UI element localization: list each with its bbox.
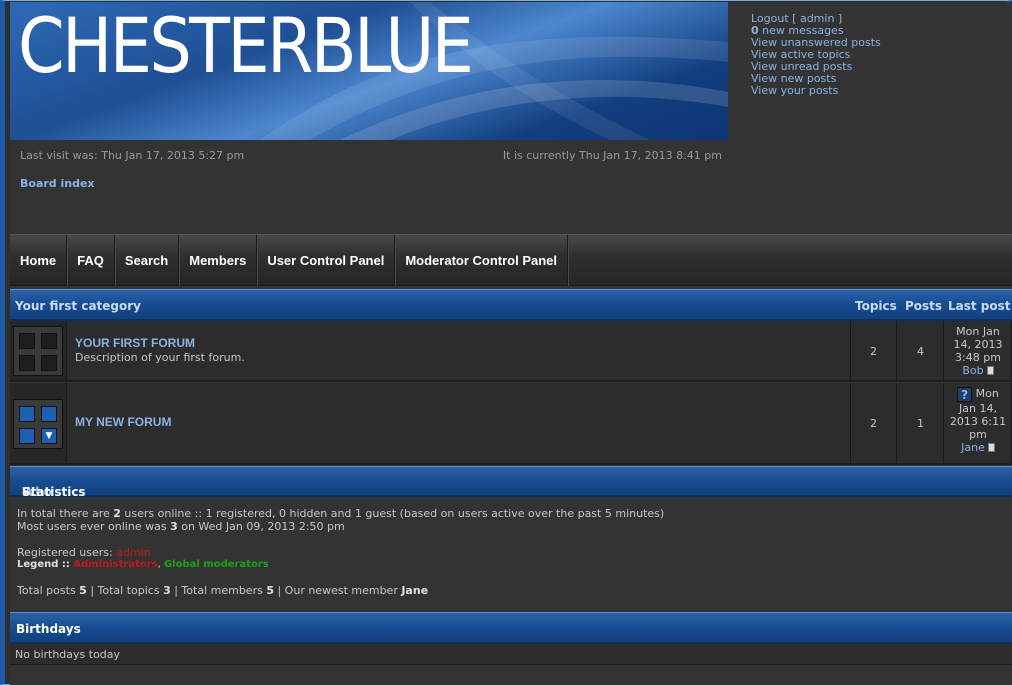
category-title[interactable]: Your first category: [15, 299, 141, 313]
col-topics: Topics: [855, 299, 897, 313]
main-navbar: Home FAQ Search Members User Control Pan…: [10, 234, 1012, 286]
nav-home[interactable]: Home: [10, 235, 68, 286]
forum-row: ▼ MY NEW FORUM 2 1 ? Mon Jan 14, 2013 6:…: [10, 383, 1012, 465]
forum-title-link[interactable]: MY NEW FORUM: [75, 415, 171, 429]
birthdays-title: Birthdays: [16, 622, 81, 636]
last-post-date-1: Mon: [975, 387, 999, 400]
registered-users-line: Registered users: admin: [17, 546, 151, 559]
online-record-line: Most users ever online was 3 on Wed Jan …: [17, 520, 345, 533]
last-post-date-3: 3:48 pm: [955, 351, 1001, 364]
nav-search[interactable]: Search: [115, 235, 180, 286]
last-post-user-link[interactable]: Jane: [961, 441, 985, 454]
forum-info-cell: MY NEW FORUM: [67, 383, 851, 463]
col-last-post: Last post: [948, 299, 1011, 313]
forum-topics-count: 2: [851, 383, 897, 463]
forum-unread-icon: ▼: [13, 399, 63, 449]
birthdays-header: Birthdays: [10, 612, 1012, 644]
forum-icon-cell: [10, 321, 67, 380]
forum-description: Description of your first forum.: [75, 351, 245, 364]
legend-line: Legend :: Administrators, Global moderat…: [17, 559, 269, 570]
last-post-date-2: Jan 14,: [959, 402, 997, 415]
unknown-topic-icon: ?: [957, 387, 973, 402]
category-header: Your first category Topics Posts Last po…: [10, 289, 1012, 321]
view-latest-post-icon[interactable]: [986, 366, 994, 375]
forum-title-link[interactable]: YOUR FIRST FORUM: [75, 336, 195, 350]
last-post-date-4: pm: [969, 428, 987, 441]
forum-row: YOUR FIRST FORUM Description of your fir…: [10, 321, 1012, 382]
current-time-text: It is currently Thu Jan 17, 2013 8:41 pm: [502, 149, 722, 162]
forum-read-icon: [13, 326, 63, 376]
last-post-date-1: Mon Jan: [956, 325, 1000, 338]
visit-info: Last visit was: Thu Jan 17, 2013 5:27 pm…: [20, 149, 722, 162]
page-content: CHESTERBLUE Logout [ admin ] 0 new messa…: [10, 2, 1012, 685]
who-is-online-header: Who is online - Statistics: [10, 466, 1012, 527]
legend-global-moderators-link[interactable]: Global moderators: [164, 559, 269, 570]
who-is-online-panel: In total there are 2 users online :: 1 r…: [10, 497, 1012, 610]
birthdays-panel: No birthdays today: [10, 644, 1012, 665]
view-latest-post-icon[interactable]: [987, 443, 995, 452]
forum-posts-count: 4: [898, 321, 944, 380]
user-links: Logout [ admin ] 0 new messages View una…: [751, 13, 881, 97]
forum-posts-count: 1: [898, 383, 944, 463]
legend-administrators-link[interactable]: Administrators: [73, 559, 157, 570]
forum-icon-cell: ▼: [10, 383, 67, 463]
birthdays-text: No birthdays today: [15, 648, 121, 661]
last-post-date-2: 14, 2013: [953, 338, 1003, 351]
forum-info-cell: YOUR FIRST FORUM Description of your fir…: [67, 321, 851, 380]
forum-last-post: Mon Jan 14, 2013 3:48 pm Bob: [945, 321, 1012, 380]
forum-topics-count: 2: [851, 321, 897, 380]
site-title: CHESTERBLUE: [18, 2, 474, 90]
nav-members[interactable]: Members: [179, 235, 258, 286]
last-visit-text: Last visit was: Thu Jan 17, 2013 5:27 pm: [20, 149, 245, 162]
view-your-posts-link[interactable]: View your posts: [751, 85, 881, 97]
statistics-line: Total posts 5 | Total topics 3 | Total m…: [17, 584, 429, 597]
nav-user-control-panel[interactable]: User Control Panel: [257, 235, 396, 286]
last-post-date-3: 2013 6:11: [949, 415, 1007, 428]
newest-member-link[interactable]: Jane: [401, 584, 428, 597]
page-frame: CHESTERBLUE Logout [ admin ] 0 new messa…: [0, 0, 1012, 685]
forum-last-post: ? Mon Jan 14, 2013 6:11 pm Jane: [945, 383, 1012, 463]
online-total-line: In total there are 2 users online :: 1 r…: [17, 507, 665, 520]
nav-moderator-control-panel[interactable]: Moderator Control Panel: [395, 235, 569, 286]
nav-faq[interactable]: FAQ: [67, 235, 115, 286]
last-post-user-link[interactable]: Bob: [962, 364, 983, 377]
registered-user-link[interactable]: admin: [116, 546, 150, 559]
col-posts: Posts: [905, 299, 943, 313]
site-banner[interactable]: CHESTERBLUE: [10, 2, 728, 140]
breadcrumb-board-index[interactable]: Board index: [20, 177, 95, 190]
